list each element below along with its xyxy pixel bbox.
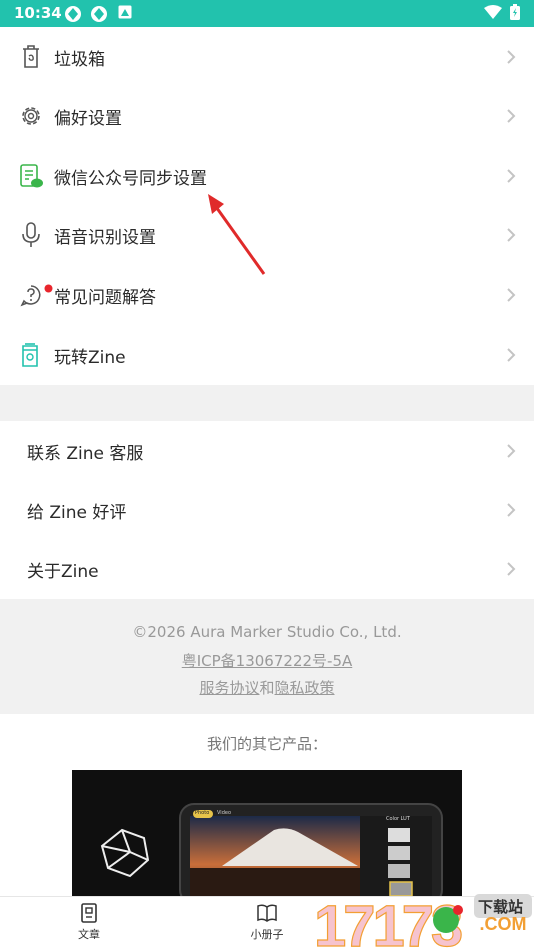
terms-link[interactable]: 服务协议	[199, 679, 259, 697]
wechat-doc-icon	[20, 164, 43, 188]
chevron-right-icon	[507, 348, 516, 362]
menu-item-label: 联系 Zine 客服	[27, 443, 144, 464]
promo-banner[interactable]: Photo Video Color LUT	[72, 770, 462, 896]
menu-item-preferences[interactable]: 偏好设置	[0, 86, 534, 146]
privacy-link[interactable]: 隐私政策	[275, 679, 335, 697]
other-products-title: 我们的其它产品：	[206, 735, 327, 753]
annotation-arrow	[208, 194, 266, 275]
footer: ©2026 Aura Marker Studio Co., Ltd. 粤ICP备…	[0, 599, 534, 714]
icp-link[interactable]: 粤ICP备13067222号-5A	[0, 650, 534, 671]
watermark-badge-text: 下载站	[478, 898, 524, 916]
menu-item-rate-zine[interactable]: 给 Zine 好评	[0, 480, 534, 540]
chevron-right-icon	[507, 109, 516, 123]
menu-item-label: 垃圾箱	[54, 49, 105, 70]
gear-icon	[22, 107, 40, 125]
promo-panel-title: Color LUT	[386, 816, 410, 822]
tab-articles[interactable]: 文章	[59, 903, 119, 942]
question-icon	[20, 285, 41, 307]
watermark: 17173 .COM 下载站	[312, 890, 534, 950]
chevron-right-icon	[507, 444, 516, 458]
and-text: 和	[259, 679, 275, 697]
article-icon	[81, 903, 97, 923]
menu-item-label: 语音识别设置	[54, 227, 156, 248]
svg-text:.COM: .COM	[480, 914, 527, 934]
promo-tab-video: Video	[217, 810, 232, 816]
menu-item-label: 微信公众号同步设置	[54, 168, 207, 189]
app-notification-icon-2	[91, 6, 107, 22]
copyright-text: ©2026 Aura Marker Studio Co., Ltd.	[132, 623, 402, 641]
menu-item-explore-zine[interactable]: 玩转Zine	[0, 325, 534, 385]
tab-articles-label: 文章	[78, 928, 100, 941]
chevron-right-icon	[507, 503, 516, 517]
wifi-icon	[484, 5, 502, 19]
menu-item-trash[interactable]: 垃圾箱	[0, 27, 534, 87]
tab-booklets-label: 小册子	[250, 928, 284, 941]
chevron-right-icon	[507, 50, 516, 64]
app-notification-icon	[65, 6, 81, 22]
menu-item-label: 玩转Zine	[54, 347, 126, 368]
section-divider	[0, 385, 534, 421]
chevron-right-icon	[507, 228, 516, 242]
menu-item-label: 给 Zine 好评	[27, 502, 127, 523]
menu-item-about-zine[interactable]: 关于Zine	[0, 539, 534, 599]
menu-item-contact-support[interactable]: 联系 Zine 客服	[0, 421, 534, 481]
menu-item-label: 偏好设置	[54, 108, 122, 129]
promo-tab-photo: Photo	[195, 810, 210, 816]
notification-dot	[44, 284, 53, 293]
menu-item-label: 关于Zine	[27, 561, 99, 582]
status-bar: 10:34	[0, 0, 534, 27]
trash-icon	[23, 45, 39, 68]
tab-booklets[interactable]: 小册子	[237, 903, 297, 942]
battery-icon	[510, 4, 520, 20]
chevron-right-icon	[507, 562, 516, 576]
microphone-icon	[22, 222, 40, 247]
chevron-right-icon	[507, 169, 516, 183]
chevron-right-icon	[507, 288, 516, 302]
status-time: 10:34	[14, 4, 62, 22]
menu-item-label: 常见问题解答	[54, 287, 156, 308]
open-book-icon	[257, 904, 277, 922]
policy-links: 服务协议和隐私政策	[0, 677, 534, 698]
promo-artwork	[72, 770, 462, 896]
image-notification-icon	[118, 5, 132, 19]
book-icon	[22, 343, 38, 367]
